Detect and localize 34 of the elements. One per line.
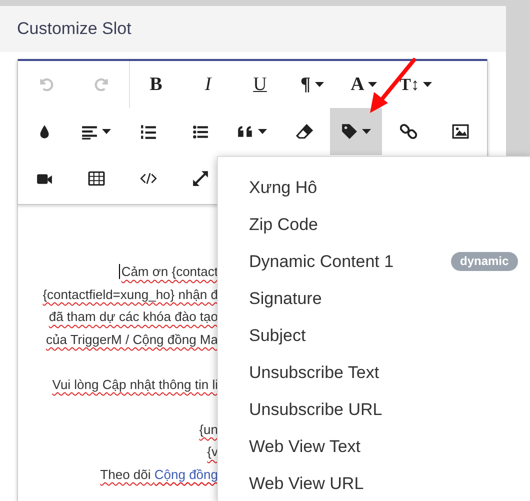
bullet-list-icon xyxy=(192,123,208,140)
menu-item[interactable]: Signature xyxy=(218,280,530,317)
image-icon xyxy=(452,123,468,140)
editor-text: {contactfield=xung_ho} nhận đ xyxy=(42,286,218,304)
editor-text: {un xyxy=(199,420,218,439)
eraser-icon xyxy=(296,123,312,140)
menu-item[interactable]: Web View Text xyxy=(218,428,530,465)
code-icon xyxy=(140,170,156,187)
community-link[interactable]: Cộng đồng xyxy=(154,466,218,482)
chain-link-icon xyxy=(400,123,416,140)
panel-title: Customize Slot xyxy=(17,18,132,40)
menu-item[interactable]: Dynamic Content 1 dynamic xyxy=(218,243,530,280)
editor-text: của TriggerM / Cộng đồng Ma xyxy=(46,330,218,349)
tag-badge: dynamic xyxy=(451,252,518,271)
editor-text: đã tham dự các khóa đào tạo xyxy=(48,308,218,326)
expand-icon xyxy=(192,170,208,187)
table-icon xyxy=(88,170,104,187)
editor-text: {v xyxy=(207,443,218,461)
tag-icon xyxy=(341,123,358,140)
tag-button[interactable] xyxy=(330,108,382,155)
undo-icon xyxy=(38,76,54,93)
menu-item[interactable]: Subject xyxy=(218,317,530,354)
menu-item[interactable]: Web View URL xyxy=(218,465,530,501)
menu-item[interactable]: Unsubscribe URL xyxy=(218,391,530,428)
menu-item[interactable]: Unsubscribe Text xyxy=(218,354,530,391)
editor-text: Cảm ơn {contact xyxy=(119,263,218,281)
editor-text: Vui lòng Cập nhật thông tin li xyxy=(52,376,218,394)
quote-icon xyxy=(237,123,254,140)
menu-item[interactable]: Zip Code xyxy=(218,206,530,243)
editor-text: Theo dõi Cộng đồng xyxy=(100,466,218,484)
align-left-icon xyxy=(81,123,98,140)
menu-item[interactable]: Xưng Hô xyxy=(218,169,530,206)
numbered-list-icon xyxy=(140,123,156,140)
redo-icon xyxy=(93,76,110,93)
